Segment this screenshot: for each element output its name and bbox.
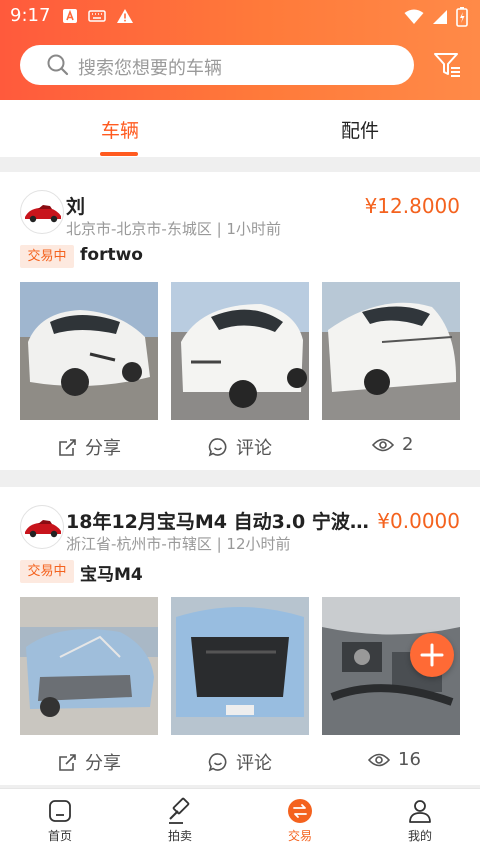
tab-vehicles[interactable]: 车辆 [101, 116, 139, 143]
warning-icon [117, 9, 133, 23]
search-bar[interactable]: 搜索您想要的车辆 [20, 45, 414, 85]
views-counter: 2 [372, 434, 413, 455]
nav-home-label: 首页 [47, 829, 72, 843]
share-button[interactable]: 分享 [58, 434, 121, 460]
status-badge: 交易中 [20, 245, 74, 268]
bottom-navigation: 首页 拍卖 交易 我的 [0, 788, 480, 853]
share-icon [59, 753, 76, 771]
nav-auction[interactable]: 拍卖 [150, 797, 210, 844]
status-bar: 9:17 [0, 0, 480, 34]
home-icon [49, 800, 71, 822]
app-header: 9:17 搜索您想要的车辆 [0, 0, 480, 100]
comment-icon [208, 438, 227, 457]
wifi-icon [404, 9, 424, 24]
avatar[interactable] [20, 190, 64, 234]
avatar[interactable] [20, 505, 64, 549]
active-tab-indicator [100, 152, 138, 156]
exchange-icon [288, 799, 312, 823]
listing-card[interactable]: 刘 ¥12.8000 北京市-北京市-东城区 | 1小时前 交易中 fortwo… [0, 172, 480, 470]
listing-photo-1[interactable] [20, 282, 158, 420]
share-label: 分享 [85, 753, 121, 774]
comment-label: 评论 [236, 753, 272, 774]
eye-icon [372, 438, 394, 451]
views-counter: 16 [368, 749, 421, 770]
views-count: 16 [398, 749, 421, 770]
listing-model: fortwo [80, 245, 143, 265]
user-icon [409, 800, 431, 823]
status-badge: 交易中 [20, 560, 74, 583]
share-icon [59, 438, 76, 456]
add-listing-button[interactable] [410, 633, 454, 677]
listing-card[interactable]: 18年12月宝马M4 自动3.0 宁波户宁... ¥0.0000 浙江省-杭州市… [0, 487, 480, 785]
signal-icon [433, 10, 447, 24]
red-car-avatar-icon [25, 520, 61, 538]
filter-icon[interactable] [432, 50, 462, 80]
tab-parts[interactable]: 配件 [341, 116, 379, 143]
status-time: 9:17 [10, 5, 51, 26]
keyboard-icon [88, 10, 106, 22]
plus-icon [420, 643, 444, 667]
listing-price: ¥0.0000 [377, 509, 460, 533]
listing-location-time: 浙江省-杭州市-市辖区 | 12小时前 [66, 535, 291, 553]
nav-profile[interactable]: 我的 [390, 797, 450, 844]
listing-title[interactable]: 18年12月宝马M4 自动3.0 宁波户宁... [66, 507, 376, 534]
search-icon [47, 54, 69, 76]
listing-photo-1[interactable] [20, 597, 158, 735]
listing-location-time: 北京市-北京市-东城区 | 1小时前 [66, 220, 281, 238]
nav-trade[interactable]: 交易 [270, 797, 330, 844]
category-tabs: 车辆 配件 [0, 100, 480, 157]
app-a-icon [63, 9, 77, 23]
comment-icon [208, 753, 227, 772]
share-button[interactable]: 分享 [58, 749, 121, 775]
listing-photo-2[interactable] [171, 597, 309, 735]
listing-title[interactable]: 刘 [66, 192, 356, 219]
red-car-avatar-icon [25, 205, 61, 223]
battery-icon [456, 7, 468, 27]
nav-trade-label: 交易 [287, 829, 312, 843]
listing-price: ¥12.8000 [364, 194, 460, 218]
views-count: 2 [402, 434, 414, 455]
nav-home[interactable]: 首页 [30, 797, 90, 844]
comment-label: 评论 [236, 438, 272, 459]
nav-auction-label: 拍卖 [167, 829, 192, 843]
comment-button[interactable]: 评论 [208, 434, 272, 460]
search-placeholder[interactable]: 搜索您想要的车辆 [78, 54, 222, 80]
nav-profile-label: 我的 [407, 829, 432, 843]
eye-icon [368, 753, 390, 766]
comment-button[interactable]: 评论 [208, 749, 272, 775]
gavel-icon [169, 797, 190, 824]
listing-model: 宝马M4 [80, 565, 143, 585]
listing-photo-2[interactable] [171, 282, 309, 420]
share-label: 分享 [85, 438, 121, 459]
listing-photo-3[interactable] [322, 282, 460, 420]
